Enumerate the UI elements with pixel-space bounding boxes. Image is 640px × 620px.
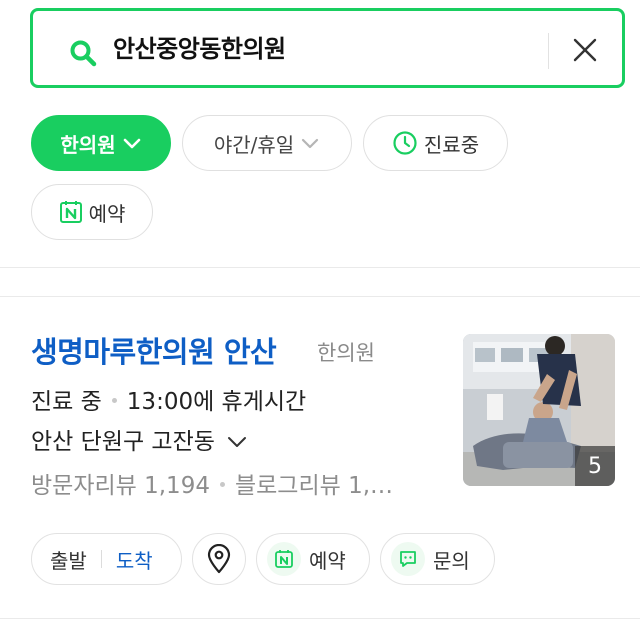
break-time: 13:00에 휴게시간 (126, 389, 307, 415)
map-pin-button[interactable] (192, 533, 246, 585)
search-input[interactable]: 안산중앙동한의원 (113, 33, 286, 65)
separator-dot (219, 482, 225, 487)
filter-chip-category[interactable]: 한의원 (31, 115, 171, 171)
filter-chip-label: 예약 (88, 201, 126, 226)
directions-button[interactable]: 출발 도착 (31, 533, 182, 585)
address-toggle[interactable]: 안산 단원구 고잔동 (31, 425, 248, 459)
clock-icon (393, 131, 417, 155)
section-divider (0, 618, 640, 619)
section-divider (0, 296, 640, 297)
chevron-down-icon (123, 138, 140, 149)
separator-dot (111, 398, 117, 403)
section-divider (0, 267, 640, 268)
depart-link[interactable]: 출발 (50, 545, 87, 574)
filter-chip-open-now[interactable]: 진료중 (363, 115, 508, 171)
business-status: 진료 중 13:00에 휴게시간 (31, 385, 306, 419)
search-bar[interactable]: 안산중앙동한의원 (30, 8, 625, 88)
filter-chip-label: 야간/휴일 (213, 132, 295, 157)
naver-booking-icon (59, 201, 82, 223)
arrive-link[interactable]: 도착 (116, 545, 153, 574)
inquiry-button[interactable]: 문의 (380, 533, 495, 585)
route-divider (100, 550, 102, 568)
chevron-down-icon (228, 437, 247, 447)
photo-count-badge: 5 (575, 446, 615, 486)
reservation-button[interactable]: 예약 (256, 533, 370, 585)
place-name-link[interactable]: 생명마루한의원 안산 (31, 332, 277, 372)
chevron-down-icon (302, 138, 319, 149)
inquiry-label: 문의 (433, 548, 470, 573)
review-stats: 방문자리뷰 1,194 블로그리뷰 1,… (31, 469, 441, 503)
place-category: 한의원 (317, 341, 375, 365)
search-icon (70, 40, 97, 67)
blog-review-count[interactable]: 블로그리뷰 1,… (235, 473, 393, 499)
naver-booking-icon (267, 542, 301, 576)
place-photo-thumbnail[interactable]: 5 (463, 334, 615, 486)
open-status: 진료 중 (31, 389, 102, 415)
chat-bubble-icon (391, 542, 425, 576)
map-pin-icon (207, 544, 231, 574)
filter-chip-label: 한의원 (60, 132, 116, 157)
search-divider (548, 33, 549, 69)
filter-chip-reservation[interactable]: 예약 (31, 184, 153, 240)
visitor-review-count[interactable]: 방문자리뷰 1,194 (31, 473, 210, 499)
address-text: 안산 단원구 고잔동 (31, 429, 215, 455)
reservation-label: 예약 (309, 548, 346, 573)
filter-chip-label: 진료중 (423, 132, 480, 157)
filter-chip-night-holiday[interactable]: 야간/휴일 (182, 115, 352, 171)
close-icon[interactable] (571, 36, 599, 64)
